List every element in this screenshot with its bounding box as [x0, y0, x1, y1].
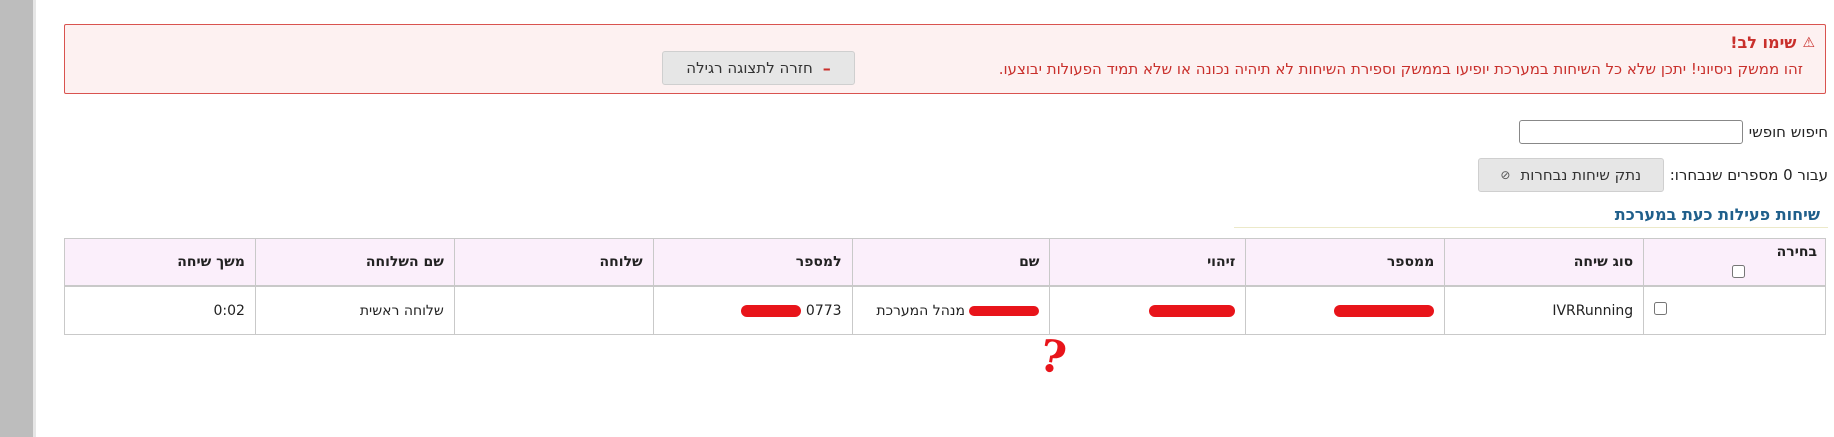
warning-message: זהו ממשק ניסיוני! יתכן שלא כל השיחות במע… [998, 60, 1803, 78]
left-gutter-edge [33, 0, 36, 437]
header-to-number[interactable]: למספר [652, 238, 853, 287]
disconnect-button-label: נתק שיחות נבחרות [1520, 166, 1642, 184]
header-from-number[interactable]: ממספר [1245, 238, 1446, 287]
selected-count-label: עבור 0 מספרים שנבחרו: [1669, 166, 1828, 184]
ban-icon: ⊘ [1500, 168, 1511, 182]
warning-title: ⚠ שימו לב! [1730, 33, 1815, 52]
header-select: בחירה [1643, 238, 1826, 287]
return-button-label: חזרה לתצוגה רגילה [686, 59, 813, 77]
header-caller-id[interactable]: זיהוי [1049, 238, 1247, 287]
row-select-checkbox[interactable] [1654, 302, 1668, 315]
free-search-label: חיפוש חופשי [1748, 123, 1828, 141]
table-row: IVRRunning מנהל המערכת 0773 שלוחה ראשית … [64, 285, 1826, 335]
header-extension-name[interactable]: שם השלוחה [254, 238, 455, 287]
header-call-type[interactable]: סוג שיחה [1444, 238, 1645, 287]
experimental-warning-panel: ⚠ שימו לב! זהו ממשק ניסיוני! יתכן שלא כל… [64, 24, 1826, 94]
header-select-label: בחירה [1776, 244, 1817, 260]
cell-duration: 0:02 [64, 285, 256, 335]
active-calls-table: בחירה סוג שיחה ממספר זיהוי שם למספר שלוח… [64, 238, 1826, 335]
warning-triangle-icon: ⚠ [1802, 34, 1815, 51]
cell-caller-id [1049, 285, 1247, 335]
cell-to-number: 0773 [652, 285, 853, 335]
main-content: ⚠ שימו לב! זהו ממשק ניסיוני! יתכן שלא כל… [64, 0, 1828, 437]
cell-extension-name: שלוחה ראשית [254, 285, 455, 335]
section-divider [1234, 227, 1828, 228]
selected-actions-row: עבור 0 מספרים שנבחרו: נתק שיחות נבחרות ⊘ [1477, 158, 1828, 192]
table-header-row: בחירה סוג שיחה ממספר זיהוי שם למספר שלוח… [64, 238, 1826, 287]
active-calls-section-title: שיחות פעילות כעת במערכת [1614, 205, 1820, 224]
free-search-row: חיפוש חופשי [1518, 120, 1828, 144]
cell-from-number [1245, 285, 1446, 335]
redaction-mark [741, 304, 802, 317]
warning-title-text: שימו לב! [1730, 33, 1797, 52]
cell-name: מנהל המערכת [851, 285, 1051, 335]
redaction-mark [1334, 304, 1435, 317]
left-gutter [0, 0, 34, 437]
redaction-mark [969, 305, 1040, 316]
header-extension[interactable]: שלוחה [453, 238, 654, 287]
disconnect-selected-calls-button[interactable]: נתק שיחות נבחרות ⊘ [1477, 158, 1664, 192]
header-duration[interactable]: משך שיחה [64, 238, 256, 287]
minus-icon: – [822, 58, 831, 78]
header-name[interactable]: שם [851, 238, 1051, 287]
cell-extension [453, 285, 654, 335]
to-number-value: 0773 [805, 302, 842, 319]
return-to-normal-view-button[interactable]: – חזרה לתצוגה רגילה [662, 51, 855, 85]
select-all-checkbox[interactable] [1732, 265, 1745, 278]
free-search-input[interactable] [1518, 120, 1743, 144]
name-value: מנהל המערכת [876, 302, 965, 319]
row-select-cell [1643, 285, 1826, 335]
redaction-mark [1149, 304, 1236, 317]
cell-call-type: IVRRunning [1444, 285, 1645, 335]
